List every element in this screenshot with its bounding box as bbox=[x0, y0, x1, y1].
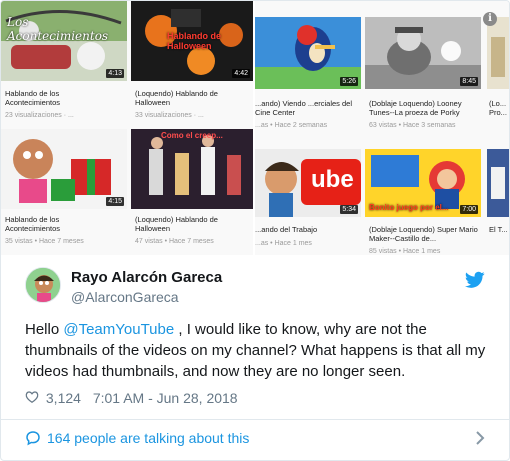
video-card[interactable]: Los Acontecimientos 4:13 Hablando de los… bbox=[1, 1, 129, 125]
author-handle[interactable]: @AlarconGareca bbox=[71, 289, 179, 305]
author-display-name[interactable]: Rayo Alarcón Gareca bbox=[71, 269, 222, 286]
video-thumbnail: Bonito juego por el... 7:00 bbox=[365, 149, 481, 217]
video-title[interactable]: (Lo... Pro... bbox=[489, 99, 509, 117]
video-duration: 5:34 bbox=[340, 205, 358, 214]
video-card[interactable]: El T... bbox=[487, 149, 509, 255]
video-thumbnail: Como el creep... bbox=[131, 129, 253, 209]
video-thumbnail: 8:45 bbox=[365, 17, 481, 89]
video-meta: 33 visualizaciones · ... bbox=[135, 112, 204, 119]
talking-count[interactable]: 164 people are talking about this bbox=[47, 430, 249, 446]
video-thumbnail: 5:26 bbox=[255, 17, 361, 89]
video-title[interactable]: (Loquendo) Hablando de Halloween bbox=[135, 89, 245, 107]
video-card[interactable]: Hablando de Halloween 4:42 (Loquendo) Ha… bbox=[131, 1, 253, 125]
video-meta: ...as • Hace 1 mes bbox=[255, 240, 312, 247]
video-title[interactable]: ...ando del Trabajo bbox=[255, 225, 355, 234]
thumbnail-overlay-text: Hablando de Halloween bbox=[167, 31, 222, 51]
video-title[interactable]: (Doblaje Loquendo) Looney Tunes--La proe… bbox=[369, 99, 481, 117]
twitter-bird-icon[interactable] bbox=[465, 271, 485, 289]
video-duration: 7:00 bbox=[460, 205, 478, 214]
video-duration: 4:42 bbox=[232, 69, 250, 78]
tweet-media[interactable]: Los Acontecimientos 4:13 Hablando de los… bbox=[1, 1, 509, 255]
video-meta: ...as • Hace 2 semanas bbox=[255, 122, 328, 129]
tweet-timestamp[interactable]: 7:01 AM - Jun 28, 2018 bbox=[93, 390, 238, 406]
video-thumbnail bbox=[487, 17, 509, 89]
chevron-right-icon[interactable] bbox=[475, 431, 485, 445]
speech-bubble-icon bbox=[26, 431, 40, 446]
video-title[interactable]: Hablando de los Acontecimientos bbox=[5, 215, 115, 233]
conversation-link[interactable]: 164 people are talking about this bbox=[1, 420, 509, 460]
embedded-tweet-card: Los Acontecimientos 4:13 Hablando de los… bbox=[0, 0, 510, 461]
video-duration: 4:13 bbox=[106, 69, 124, 78]
info-icon[interactable]: i bbox=[483, 12, 497, 26]
video-thumbnail: Los Acontecimientos 4:13 bbox=[1, 1, 127, 81]
thumbnail-overlay-text: Como el creep... bbox=[161, 131, 223, 140]
video-meta: 35 vistas • Hace 7 meses bbox=[5, 238, 84, 245]
video-thumbnail: 4:15 bbox=[1, 129, 127, 209]
thumbnail-overlay-text: ube bbox=[311, 166, 354, 193]
video-card[interactable]: 4:15 Hablando de los Acontecimientos 35 … bbox=[1, 129, 129, 255]
mention-link[interactable]: @TeamYouTube bbox=[63, 321, 174, 338]
video-thumbnail bbox=[487, 149, 509, 217]
video-title[interactable]: (Doblaje Loquendo) Super Mario Maker--Ca… bbox=[369, 225, 481, 243]
video-title[interactable]: Hablando de los Acontecimientos bbox=[5, 89, 115, 107]
video-card[interactable]: Como el creep... (Loquendo) Hablando de … bbox=[131, 129, 253, 255]
tweet-author: Rayo Alarcón Gareca @AlarconGareca bbox=[25, 267, 485, 311]
video-thumbnail: ube 5:34 bbox=[255, 149, 361, 217]
video-meta: 23 visualizaciones · ... bbox=[5, 112, 74, 119]
video-meta: 47 vistas • Hace 7 meses bbox=[135, 238, 214, 245]
video-duration: 5:26 bbox=[340, 77, 358, 86]
video-card[interactable]: Bonito juego por el... 7:00 (Doblaje Loq… bbox=[365, 149, 483, 255]
video-card[interactable]: 8:45 (Doblaje Loquendo) Looney Tunes--La… bbox=[365, 17, 483, 135]
video-meta: 63 vistas • Hace 3 semanas bbox=[369, 122, 456, 129]
like-count[interactable]: 3,124 bbox=[46, 390, 81, 406]
tweet-meta-row: 3,124 7:01 AM - Jun 28, 2018 bbox=[25, 389, 238, 407]
thumbnail-overlay-text: Los Acontecimientos bbox=[7, 15, 109, 43]
heart-icon[interactable] bbox=[25, 390, 39, 404]
video-card[interactable]: 5:26 ...ando) Viendo ...erciales del Cin… bbox=[255, 17, 361, 135]
video-title[interactable]: ...ando) Viendo ...erciales del Cine Cen… bbox=[255, 99, 355, 117]
video-duration: 8:45 bbox=[460, 77, 478, 86]
video-card[interactable]: (Lo... Pro... bbox=[487, 17, 509, 135]
tweet-text: Hello @TeamYouTube , I would like to kno… bbox=[25, 319, 495, 382]
video-title[interactable]: (Loquendo) Hablando de Halloween bbox=[135, 215, 245, 233]
video-meta: 85 vistas • Hace 1 mes bbox=[369, 248, 441, 255]
video-duration: 4:15 bbox=[106, 197, 124, 206]
media-image-left[interactable]: Los Acontecimientos 4:13 Hablando de los… bbox=[1, 1, 253, 255]
thumbnail-overlay-text: Bonito juego por el... bbox=[369, 203, 449, 212]
media-image-right[interactable]: 5:26 ...ando) Viendo ...erciales del Cin… bbox=[255, 1, 509, 255]
video-title[interactable]: El T... bbox=[489, 225, 509, 234]
tweet-text-prefix: Hello bbox=[25, 321, 64, 338]
avatar[interactable] bbox=[25, 267, 61, 303]
video-thumbnail: Hablando de Halloween 4:42 bbox=[131, 1, 253, 81]
video-card[interactable]: ube 5:34 ...ando del Trabajo ...as • Hac… bbox=[255, 149, 361, 255]
